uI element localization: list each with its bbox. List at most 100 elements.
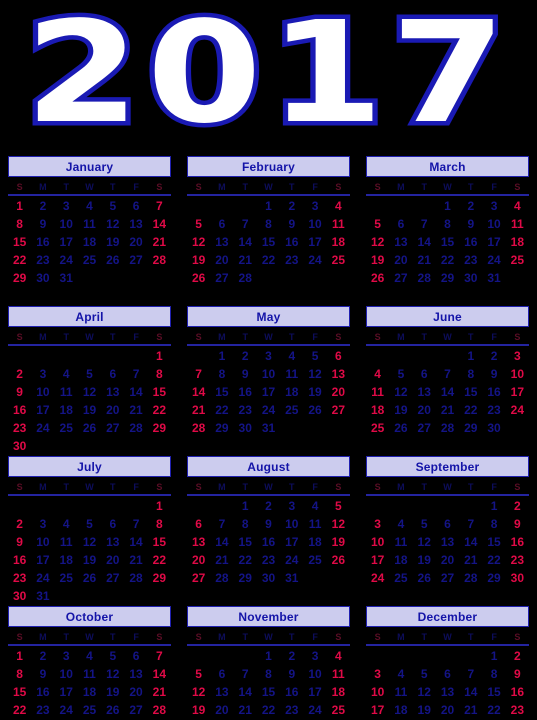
day-cell[interactable]: 20: [101, 401, 124, 419]
day-cell[interactable]: 7: [124, 515, 147, 533]
day-cell[interactable]: 4: [389, 665, 412, 683]
day-cell[interactable]: 29: [210, 419, 233, 437]
day-cell[interactable]: 9: [506, 665, 529, 683]
day-cell[interactable]: 16: [234, 383, 257, 401]
day-cell[interactable]: 20: [389, 251, 412, 269]
day-cell[interactable]: 26: [78, 419, 101, 437]
day-cell[interactable]: 11: [389, 683, 412, 701]
day-cell[interactable]: 11: [389, 533, 412, 551]
day-cell[interactable]: 25: [280, 401, 303, 419]
day-cell[interactable]: 1: [8, 647, 31, 665]
day-cell[interactable]: 14: [124, 533, 147, 551]
day-cell[interactable]: 27: [210, 269, 233, 287]
day-cell[interactable]: 18: [366, 401, 389, 419]
day-cell[interactable]: 19: [413, 701, 436, 719]
day-cell[interactable]: 19: [101, 233, 124, 251]
day-cell[interactable]: 30: [257, 569, 280, 587]
day-cell[interactable]: 29: [482, 569, 505, 587]
day-cell[interactable]: 20: [210, 251, 233, 269]
day-cell[interactable]: 23: [8, 419, 31, 437]
day-cell[interactable]: 16: [8, 401, 31, 419]
month-header-october[interactable]: October: [8, 606, 171, 627]
day-cell[interactable]: 17: [55, 233, 78, 251]
day-cell[interactable]: 22: [257, 701, 280, 719]
day-cell[interactable]: 16: [31, 683, 54, 701]
month-header-february[interactable]: February: [187, 156, 350, 177]
day-cell[interactable]: 2: [234, 347, 257, 365]
day-cell[interactable]: 6: [389, 215, 412, 233]
day-cell[interactable]: 23: [280, 701, 303, 719]
day-cell[interactable]: 10: [303, 215, 326, 233]
day-cell[interactable]: 21: [234, 701, 257, 719]
day-cell[interactable]: 3: [280, 497, 303, 515]
day-cell[interactable]: 14: [124, 383, 147, 401]
day-cell[interactable]: 12: [366, 233, 389, 251]
day-cell[interactable]: 10: [482, 215, 505, 233]
day-cell[interactable]: 3: [366, 665, 389, 683]
day-cell[interactable]: 8: [8, 665, 31, 683]
day-cell[interactable]: 24: [303, 251, 326, 269]
day-cell[interactable]: 23: [257, 551, 280, 569]
day-cell[interactable]: 7: [148, 197, 171, 215]
day-cell[interactable]: 9: [280, 665, 303, 683]
day-cell[interactable]: 4: [389, 515, 412, 533]
day-cell[interactable]: 15: [210, 383, 233, 401]
day-cell[interactable]: 21: [436, 401, 459, 419]
day-cell[interactable]: 1: [482, 497, 505, 515]
day-cell[interactable]: 22: [459, 401, 482, 419]
day-cell[interactable]: 20: [187, 551, 210, 569]
day-cell[interactable]: 24: [257, 401, 280, 419]
day-cell[interactable]: 9: [280, 215, 303, 233]
day-cell[interactable]: 8: [148, 515, 171, 533]
day-cell[interactable]: 24: [482, 251, 505, 269]
day-cell[interactable]: 21: [210, 551, 233, 569]
day-cell[interactable]: 2: [8, 515, 31, 533]
day-cell[interactable]: 10: [31, 533, 54, 551]
day-cell[interactable]: 25: [506, 251, 529, 269]
day-cell[interactable]: 1: [482, 647, 505, 665]
day-cell[interactable]: 24: [55, 701, 78, 719]
day-cell[interactable]: 9: [31, 665, 54, 683]
day-cell[interactable]: 28: [459, 569, 482, 587]
day-cell[interactable]: 7: [210, 515, 233, 533]
day-cell[interactable]: 22: [234, 551, 257, 569]
day-cell[interactable]: 19: [187, 701, 210, 719]
day-cell[interactable]: 27: [124, 251, 147, 269]
day-cell[interactable]: 7: [436, 365, 459, 383]
day-cell[interactable]: 12: [327, 515, 350, 533]
day-cell[interactable]: 4: [78, 647, 101, 665]
day-cell[interactable]: 3: [257, 347, 280, 365]
day-cell[interactable]: 15: [8, 683, 31, 701]
day-cell[interactable]: 22: [482, 701, 505, 719]
day-cell[interactable]: 9: [459, 215, 482, 233]
day-cell[interactable]: 19: [389, 401, 412, 419]
month-header-july[interactable]: July: [8, 456, 171, 477]
day-cell[interactable]: 6: [124, 197, 147, 215]
day-cell[interactable]: 18: [280, 383, 303, 401]
day-cell[interactable]: 16: [8, 551, 31, 569]
day-cell[interactable]: 11: [327, 665, 350, 683]
day-cell[interactable]: 18: [506, 233, 529, 251]
day-cell[interactable]: 16: [31, 233, 54, 251]
day-cell[interactable]: 6: [413, 365, 436, 383]
day-cell[interactable]: 30: [234, 419, 257, 437]
month-header-march[interactable]: March: [366, 156, 529, 177]
day-cell[interactable]: 14: [436, 383, 459, 401]
day-cell[interactable]: 1: [148, 347, 171, 365]
day-cell[interactable]: 24: [31, 569, 54, 587]
day-cell[interactable]: 16: [280, 683, 303, 701]
day-cell[interactable]: 28: [436, 419, 459, 437]
day-cell[interactable]: 25: [327, 701, 350, 719]
day-cell[interactable]: 14: [234, 683, 257, 701]
day-cell[interactable]: 27: [187, 569, 210, 587]
day-cell[interactable]: 11: [78, 665, 101, 683]
day-cell[interactable]: 5: [413, 665, 436, 683]
day-cell[interactable]: 22: [8, 251, 31, 269]
day-cell[interactable]: 3: [303, 197, 326, 215]
day-cell[interactable]: 9: [8, 533, 31, 551]
day-cell[interactable]: 16: [506, 683, 529, 701]
day-cell[interactable]: 29: [234, 569, 257, 587]
day-cell[interactable]: 5: [187, 215, 210, 233]
day-cell[interactable]: 11: [55, 383, 78, 401]
day-cell[interactable]: 24: [280, 551, 303, 569]
